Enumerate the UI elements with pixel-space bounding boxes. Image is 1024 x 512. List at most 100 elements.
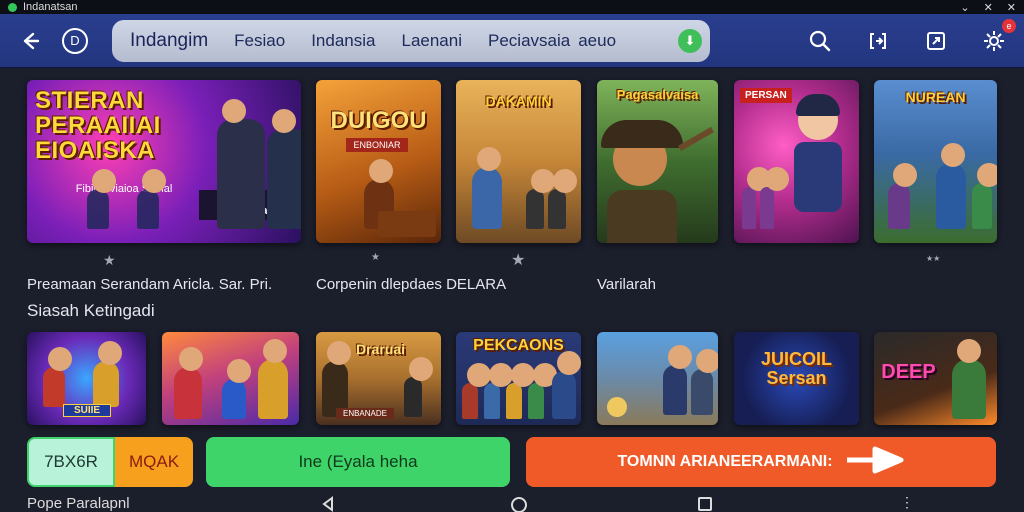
game-tile-draruai[interactable]: Draruai ENBANADE: [316, 332, 441, 425]
play-button[interactable]: Ine (Eyala heha: [206, 437, 510, 487]
play-label: Ine (Eyala heha: [298, 452, 418, 471]
tab-fesiao[interactable]: Fesiao: [234, 31, 285, 51]
character-figure: [137, 169, 166, 229]
character-figure: [43, 347, 72, 407]
tile-title: NUREAN: [905, 89, 966, 105]
game-tile-juicoil[interactable]: JUICOIL Sersan: [734, 332, 859, 425]
tile-label: Varilarah: [597, 276, 656, 293]
game-tile-stieran[interactable]: STIERAN PERAAIIAI EIOAISKA Fibir Siviaio…: [27, 80, 301, 243]
status-icons: ⌄ ✕ ✕: [960, 1, 1016, 14]
tab-indangim[interactable]: Indangim: [130, 30, 208, 52]
tile-title: SUIIE: [63, 404, 111, 417]
character-figure: [552, 351, 581, 419]
sword-shape: [678, 126, 714, 152]
profile-avatar[interactable]: D: [62, 27, 88, 54]
tile-title: DUIGOU: [330, 107, 427, 134]
character-figure: [472, 147, 502, 229]
rating-star: ★: [511, 252, 526, 269]
notification-badge: e: [1002, 18, 1016, 33]
external-link-icon[interactable]: [920, 25, 952, 57]
character-figure: [936, 143, 966, 229]
status-app-name: Indanatsan: [23, 1, 78, 13]
search-icon[interactable]: [804, 25, 836, 57]
tile-title: PEKCAONS: [473, 337, 564, 354]
tile-title: Pagasalvaisa: [616, 87, 699, 102]
character-figure: [93, 341, 122, 407]
character-figure: [760, 167, 789, 229]
rating-star: ★: [371, 252, 380, 263]
tile-title: JUICOIL Sersan: [760, 349, 832, 388]
top-bar: D Indangim Fesiao Indansia Laenani Pecia…: [0, 14, 1024, 68]
character-figure: [462, 363, 491, 419]
game-tile-dakamin[interactable]: DAKAMIN: [456, 80, 581, 243]
character-figure: [506, 363, 535, 419]
profile-letter: D: [70, 33, 80, 48]
chevron-down-icon[interactable]: ⌄: [960, 1, 969, 14]
game-tile-heroes[interactable]: [162, 332, 299, 425]
rating-star: ★: [103, 252, 116, 268]
close-icon[interactable]: ✕: [984, 1, 993, 14]
game-tile-duigou[interactable]: DUIGOU ENBONIAR: [316, 80, 441, 243]
game-tile-deep[interactable]: DEEP: [874, 332, 997, 425]
cta-button[interactable]: TOMNN ARIANEERARMANI:: [526, 437, 996, 487]
character-figure: [972, 163, 997, 229]
game-tile-persan[interactable]: PERSAN: [734, 80, 859, 243]
tile-badge: ENBANADE: [336, 408, 394, 419]
menu-icon[interactable]: ⋮: [900, 494, 914, 511]
nav-left-text: Pope Paralapnl: [27, 494, 130, 512]
game-tile-pagasalvaisa[interactable]: Pagasalvaisa: [597, 80, 718, 243]
back-arrow-icon[interactable]: [14, 25, 46, 57]
status-bar: Indanatsan ⌄ ✕ ✕: [0, 0, 1024, 14]
game-tile-pekcaons[interactable]: PEKCAONS: [456, 332, 581, 425]
tile-label: Corpenin dlepdaes DELARA: [316, 276, 507, 293]
character-figure: [742, 167, 771, 229]
code-chip[interactable]: 7BX6R: [27, 437, 115, 487]
character-figure: [267, 109, 301, 229]
character-figure: [222, 359, 251, 419]
character-figure: [174, 347, 203, 419]
character-figure: [528, 363, 557, 419]
top-actions: e: [804, 18, 1016, 57]
settings-icon[interactable]: e: [978, 18, 1016, 57]
character-figure: [888, 163, 917, 229]
character-figure: [526, 169, 555, 229]
tab-aeuo[interactable]: aeuo: [578, 31, 616, 51]
mark-chip[interactable]: MQAK: [115, 437, 193, 487]
system-nav-bar: Pope Paralapnl ⋮: [0, 494, 1024, 512]
coin-shape: [607, 397, 627, 417]
mark-label: MQAK: [128, 452, 180, 471]
character-figure: [691, 349, 718, 415]
section-title: Siasah Ketingadi: [27, 301, 155, 320]
tile-badge: ENBONIAR: [346, 138, 408, 152]
tab-laenani[interactable]: Laenani: [401, 31, 462, 51]
home-icon[interactable]: [510, 496, 528, 512]
game-tile-street[interactable]: [597, 332, 718, 425]
character-figure: [217, 99, 265, 229]
character-figure: [484, 363, 513, 419]
recents-icon[interactable]: [697, 496, 713, 512]
arrow-right-icon: [845, 445, 905, 480]
tab-indansia[interactable]: Indansia: [311, 31, 375, 51]
tile-title: PERSAN: [740, 88, 792, 103]
app-indicator-icon: [8, 2, 17, 12]
character-figure: [548, 169, 577, 229]
character-figure: [952, 339, 986, 419]
tab-peciavsaia[interactable]: Peciavsaia: [488, 31, 570, 51]
category-tab-bar[interactable]: Indangim Fesiao Indansia Laenani Peciavs…: [112, 19, 710, 62]
game-tile-nurean[interactable]: NUREAN: [874, 80, 997, 243]
character-figure: [404, 357, 433, 417]
hero-body: [794, 142, 842, 212]
tile-title: DEEP: [881, 361, 936, 383]
hero-hair: [796, 94, 840, 116]
voice-icon[interactable]: ⬇: [678, 28, 702, 53]
tile-title: STIERAN PERAAIIAI EIOAISKA: [35, 87, 161, 165]
character-figure: [258, 339, 288, 419]
warrior-body: [607, 190, 677, 243]
back-icon[interactable]: [320, 496, 336, 512]
character-figure: [663, 345, 692, 415]
tile-label: Preamaan Serandam Aricla. Sar. Pri.: [27, 276, 273, 293]
game-tile-suiie[interactable]: SUIIE: [27, 332, 146, 425]
character-figure: [87, 169, 116, 229]
close-icon[interactable]: ✕: [1007, 1, 1016, 14]
share-icon[interactable]: [862, 25, 894, 57]
